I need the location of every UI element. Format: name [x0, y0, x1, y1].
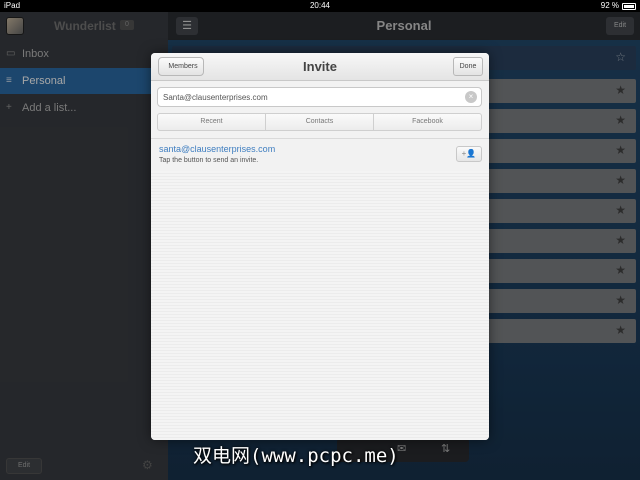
dialog-title: Invite	[303, 59, 337, 74]
clear-icon[interactable]: ×	[465, 91, 477, 103]
dialog-body	[151, 171, 489, 440]
watermark: 双电网(www.pcpc.me)	[193, 445, 399, 467]
battery-icon	[622, 2, 636, 10]
invite-email-input[interactable]	[157, 87, 482, 107]
status-bar: iPad 20:44 92 %	[0, 0, 640, 12]
battery-percent: 92 %	[600, 1, 619, 10]
tab-facebook[interactable]: Facebook	[374, 114, 481, 130]
tab-recent[interactable]: Recent	[158, 114, 266, 130]
clock: 20:44	[309, 1, 331, 10]
done-button[interactable]: Done	[453, 57, 483, 76]
result-hint: Tap the button to send an invite.	[159, 157, 259, 164]
divider	[151, 138, 489, 139]
add-user-icon: +👤	[461, 149, 477, 158]
result-email[interactable]: santa@clausenterprises.com	[159, 144, 275, 154]
tab-contacts[interactable]: Contacts	[266, 114, 374, 130]
invite-dialog: Members Invite Done × Recent Contacts Fa…	[151, 53, 489, 440]
source-segmented-control: Recent Contacts Facebook	[157, 113, 482, 131]
dialog-header: Members Invite Done	[151, 53, 489, 81]
battery-indicator: 92 %	[601, 0, 636, 12]
add-user-button[interactable]: +👤	[456, 146, 482, 162]
